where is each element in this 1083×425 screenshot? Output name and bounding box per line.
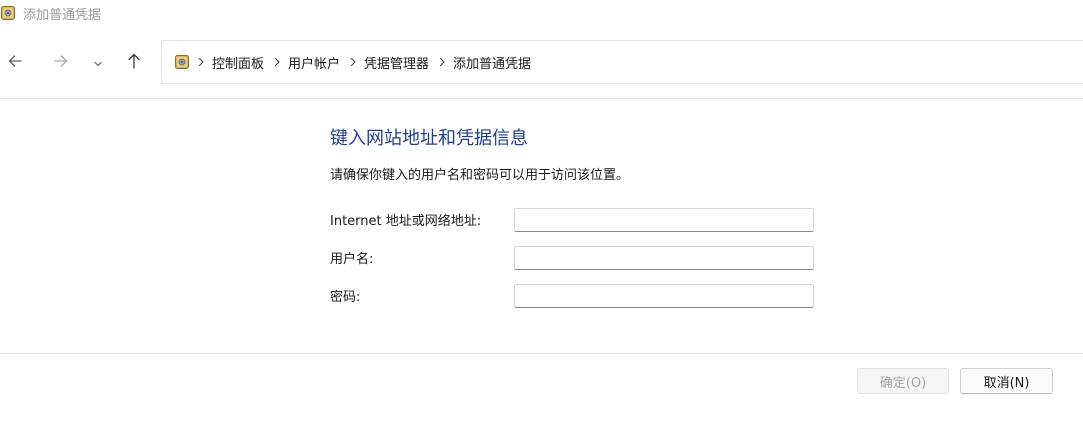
navigation-bar: 控制面板 用户帐户 凭据管理器 添加普通凭据 <box>0 40 1083 86</box>
username-input[interactable] <box>514 246 814 270</box>
password-label: 密码: <box>330 290 361 305</box>
credential-vault-icon <box>0 5 16 21</box>
up-button[interactable] <box>120 40 148 86</box>
password-input[interactable] <box>514 284 814 308</box>
divider <box>0 353 1083 354</box>
back-button[interactable] <box>0 40 30 86</box>
username-label: 用户名: <box>330 252 374 267</box>
chevron-right-icon <box>431 57 453 67</box>
chevron-down-icon <box>93 54 103 73</box>
address-label: Internet 地址或网络地址: <box>330 214 482 229</box>
ok-button[interactable]: 确定(O) <box>857 368 949 394</box>
credential-vault-icon <box>174 54 190 70</box>
address-bar[interactable]: 控制面板 用户帐户 凭据管理器 添加普通凭据 <box>161 40 1083 84</box>
arrow-up-icon <box>126 52 142 74</box>
divider <box>0 98 1083 99</box>
chevron-right-icon <box>342 57 364 67</box>
page-description: 请确保你键入的用户名和密码可以用于访问该位置。 <box>330 168 630 183</box>
forward-button[interactable] <box>48 40 74 86</box>
chevron-right-icon <box>266 57 288 67</box>
breadcrumb-control-panel[interactable]: 控制面板 <box>212 53 264 72</box>
page-title: 键入网站地址和凭据信息 <box>330 128 528 149</box>
address-input[interactable] <box>514 208 814 232</box>
window-title: 添加普通凭据 <box>23 7 102 23</box>
arrow-right-icon <box>53 53 69 73</box>
credential-window: 添加普通凭据 控制面板 用户帐户 凭据管理器 添加普通凭据 键入网站地址和凭据信… <box>0 0 1083 425</box>
breadcrumb-credential-manager[interactable]: 凭据管理器 <box>364 53 429 72</box>
arrow-left-icon <box>7 53 23 73</box>
chevron-right-icon <box>190 57 212 67</box>
recent-locations-button[interactable] <box>88 40 108 86</box>
breadcrumb-user-accounts[interactable]: 用户帐户 <box>288 53 340 72</box>
breadcrumb-add-credential[interactable]: 添加普通凭据 <box>453 53 531 72</box>
title-bar: 添加普通凭据 <box>0 0 1083 26</box>
cancel-button[interactable]: 取消(N) <box>960 368 1053 394</box>
